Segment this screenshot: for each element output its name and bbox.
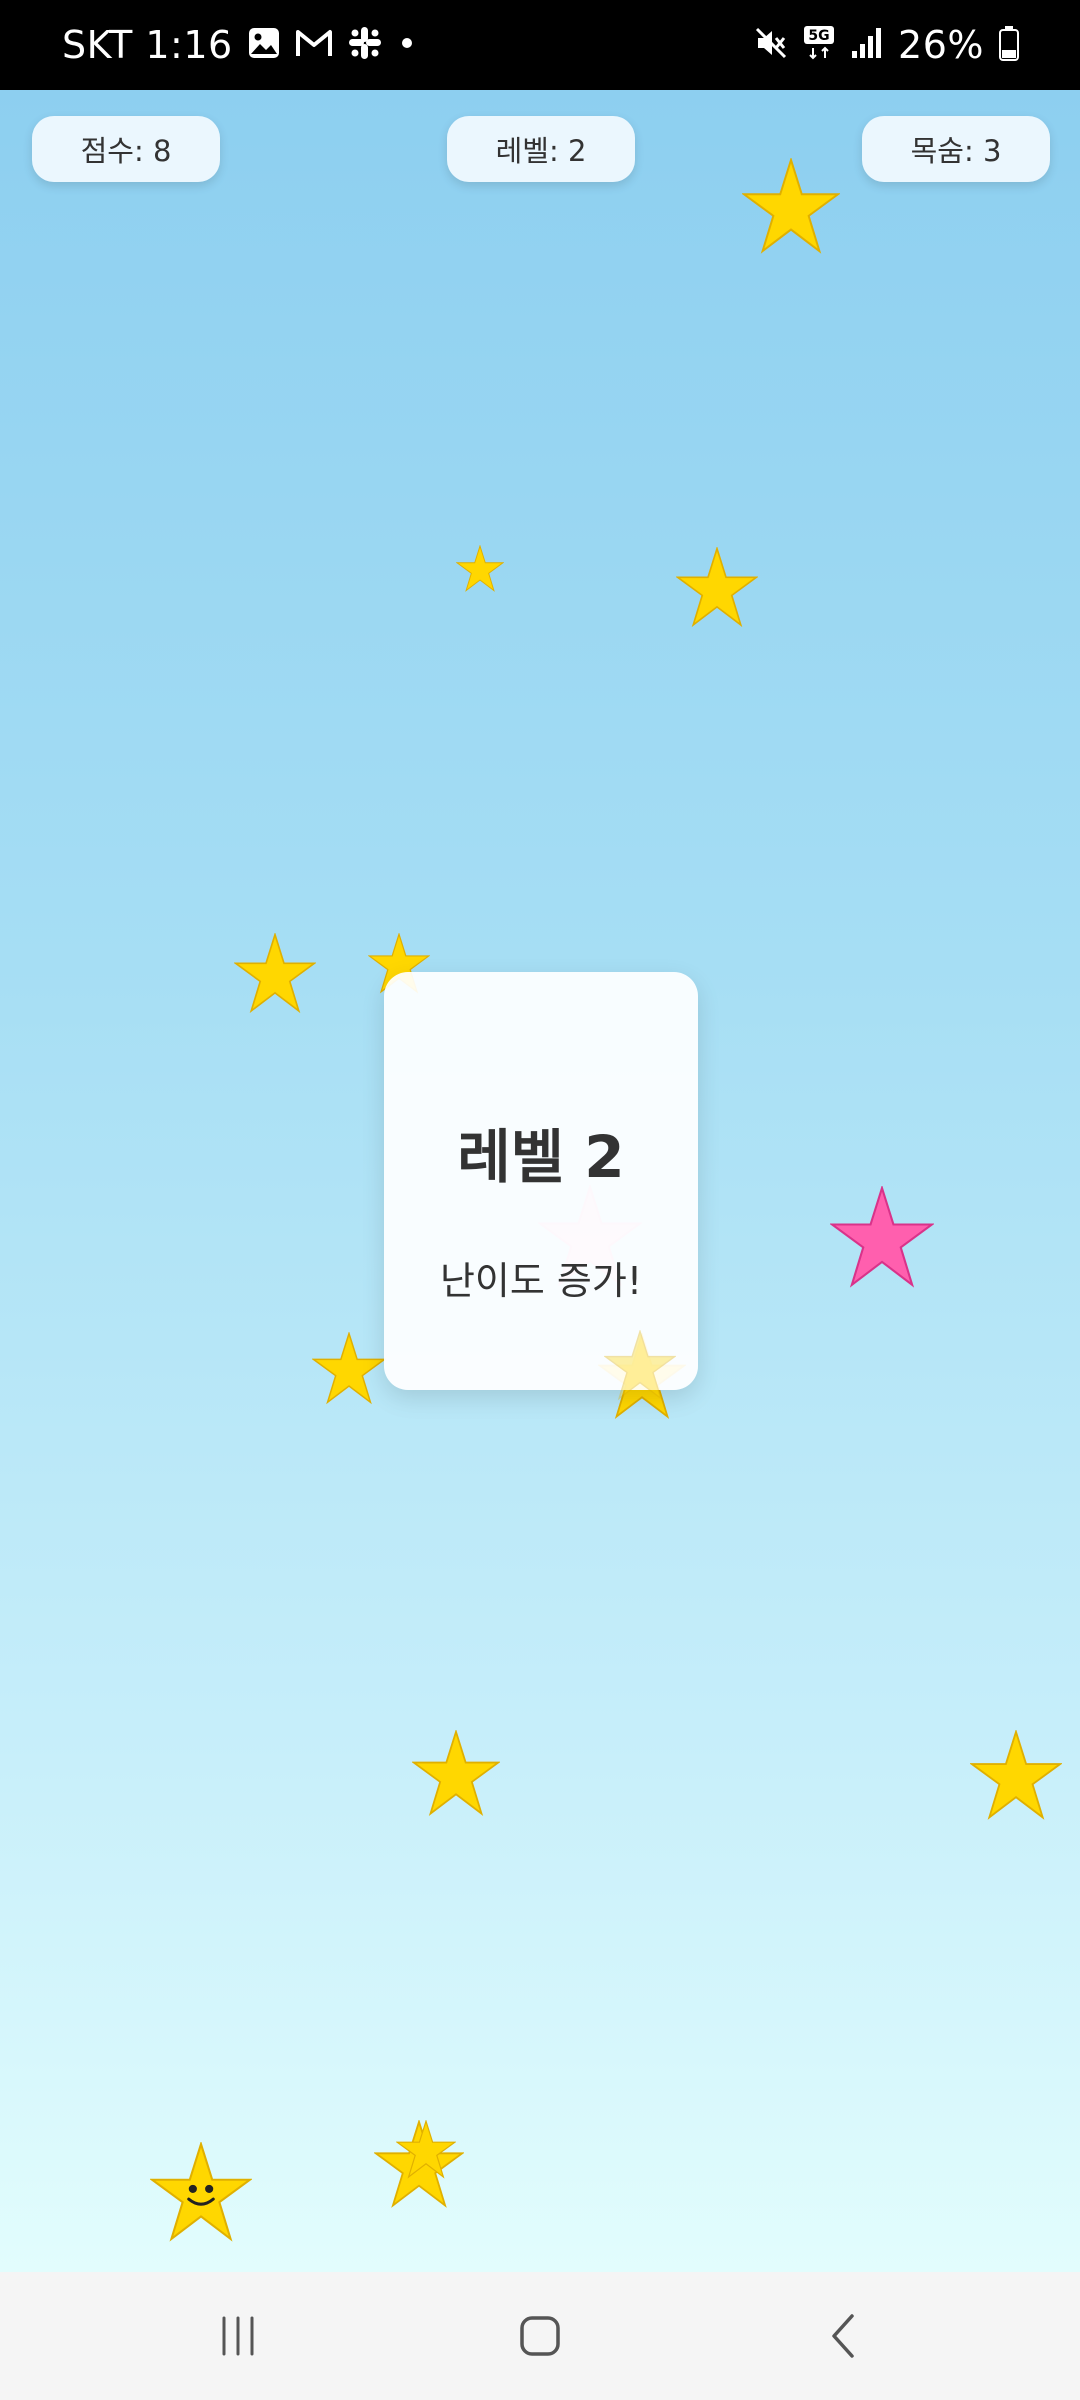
falling-star[interactable]	[312, 1332, 386, 1406]
recent-apps-button[interactable]	[198, 2298, 278, 2374]
back-button[interactable]	[804, 2298, 884, 2374]
lives-display: 목숨: 3	[862, 116, 1050, 182]
home-icon	[520, 2316, 560, 2356]
falling-star[interactable]	[396, 2120, 456, 2180]
falling-star[interactable]	[676, 547, 758, 629]
level-display: 레벨: 2	[447, 116, 635, 182]
signal-icon	[850, 27, 884, 63]
falling-star[interactable]	[742, 158, 840, 256]
5g-icon: 5G	[802, 24, 836, 66]
slack-icon	[347, 25, 383, 65]
falling-star[interactable]	[970, 1730, 1062, 1822]
gmail-icon	[295, 26, 333, 64]
battery-percent: 26%	[898, 23, 984, 67]
level-up-subtitle: 난이도 증가!	[439, 1259, 643, 1303]
mute-icon	[754, 26, 788, 64]
falling-star[interactable]	[456, 545, 504, 593]
recent-apps-icon	[222, 2316, 254, 2356]
falling-star-pink[interactable]	[830, 1186, 934, 1290]
notification-dot-icon	[397, 33, 417, 57]
falling-star-overlay	[604, 1330, 676, 1402]
battery-icon	[998, 25, 1020, 65]
game-area[interactable]: 점수: 8 레벨: 2 목숨: 3 레벨 2 난이도 증가!	[0, 90, 1080, 2272]
falling-star[interactable]	[234, 933, 316, 1015]
falling-star[interactable]	[412, 1730, 500, 1818]
player-star[interactable]	[150, 2142, 252, 2244]
score-display: 점수: 8	[32, 116, 220, 182]
svg-text:5G: 5G	[808, 28, 829, 44]
carrier-time: SKT 1:16	[62, 23, 233, 67]
navigation-bar	[0, 2272, 1080, 2400]
gallery-icon	[247, 26, 281, 64]
level-up-title: 레벨 2	[457, 1123, 625, 1191]
home-button[interactable]	[500, 2298, 580, 2374]
level-up-dialog: 레벨 2 난이도 증가!	[384, 972, 698, 1390]
back-icon	[832, 2314, 854, 2358]
status-bar: SKT 1:16 5G 26%	[0, 0, 1080, 90]
